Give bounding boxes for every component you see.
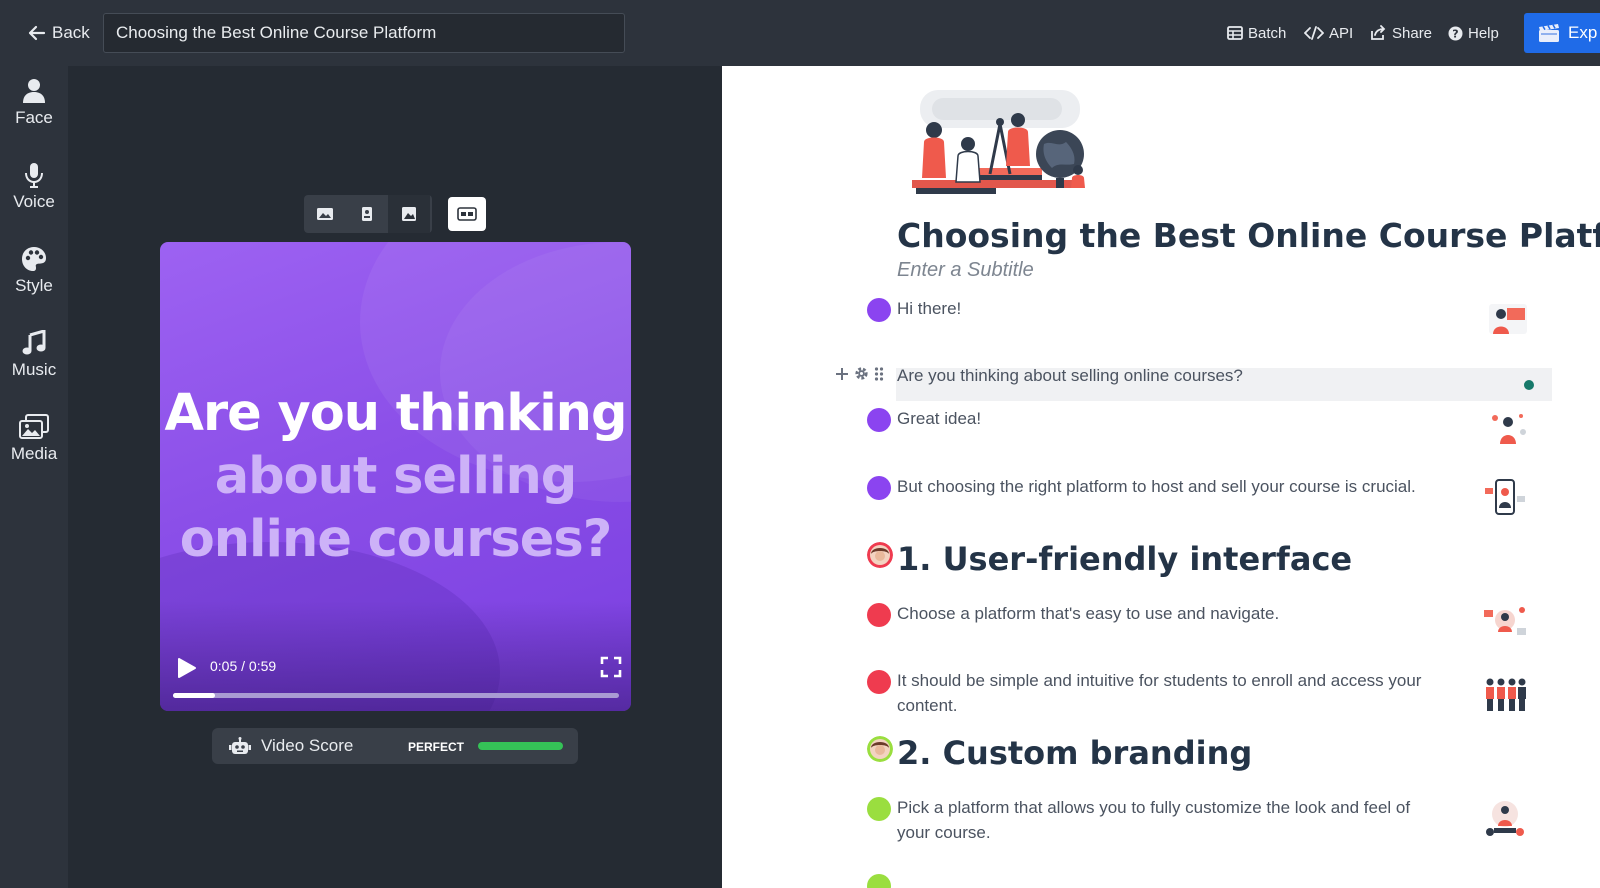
images-icon	[19, 414, 49, 439]
export-button[interactable]: Exp	[1524, 13, 1600, 53]
portrait-layout-button[interactable]	[346, 195, 388, 233]
script-line[interactable]: Pick a platform that allows you to fully…	[897, 795, 1410, 820]
square-image-icon	[402, 207, 416, 221]
gear-icon[interactable]	[854, 366, 869, 381]
video-score-meter	[478, 742, 563, 750]
line-status-dot	[1524, 380, 1534, 390]
speaker-avatar[interactable]	[867, 542, 893, 568]
palette-icon	[22, 247, 46, 271]
speaker-dot[interactable]	[867, 670, 891, 694]
captions-icon	[457, 207, 477, 221]
back-label: Back	[52, 23, 90, 42]
layout-toolbar	[304, 195, 432, 233]
project-title-input[interactable]	[103, 13, 625, 53]
music-note-icon	[22, 330, 46, 355]
headline-line-3: online courses?	[179, 510, 613, 569]
script-line[interactable]: Great idea!	[897, 406, 981, 431]
batch-button[interactable]: Batch	[1227, 20, 1286, 46]
section-heading[interactable]: 1. User-friendly interface	[897, 540, 1352, 578]
script-line[interactable]: It should be simple and intuitive for st…	[897, 668, 1421, 693]
code-icon	[1304, 26, 1324, 40]
microphone-icon	[25, 163, 43, 188]
landscape-layout-button[interactable]	[304, 195, 346, 233]
captions-toggle-button[interactable]	[448, 197, 486, 231]
help-label: Help	[1468, 24, 1499, 42]
script-line-continued[interactable]: your course.	[897, 820, 991, 845]
landscape-image-icon	[317, 208, 333, 220]
speaker-dot[interactable]	[867, 408, 891, 432]
video-score-bar: Video Score PERFECT	[212, 728, 578, 764]
speaker-avatar[interactable]	[867, 736, 893, 762]
scene-thumbnail[interactable]	[1482, 602, 1528, 644]
scene-thumbnail[interactable]	[1482, 672, 1528, 714]
sidebar-item-face[interactable]: Face	[0, 78, 68, 150]
video-score-label: Video Score	[261, 736, 354, 755]
portrait-image-icon	[362, 207, 372, 221]
video-score-status: PERFECT	[408, 740, 465, 754]
share-label: Share	[1392, 24, 1433, 42]
script-line-active[interactable]: Are you thinking about selling online co…	[897, 363, 1243, 388]
person-icon	[23, 79, 45, 103]
playback-progress-bar[interactable]	[173, 693, 619, 698]
subtitle-input[interactable]: Enter a Subtitle	[897, 259, 1034, 282]
speaker-dot[interactable]	[867, 874, 891, 888]
video-preview[interactable]: Are you thinking about selling online co…	[160, 242, 631, 711]
left-sidebar: Face Voice Style Music Media	[0, 66, 68, 888]
headline-line-1: Are you thinking	[164, 384, 627, 443]
speaker-dot[interactable]	[867, 298, 891, 322]
sidebar-label-style: Style	[15, 276, 53, 295]
sidebar-item-media[interactable]: Media	[0, 414, 68, 486]
script-line[interactable]: Choose a platform that's easy to use and…	[897, 601, 1279, 626]
video-score-fill	[478, 742, 563, 750]
drag-handle-icon[interactable]	[874, 366, 884, 381]
api-button[interactable]: API	[1304, 20, 1353, 46]
share-button[interactable]: Share	[1369, 20, 1432, 46]
help-circle-icon: ?	[1448, 26, 1463, 40]
document-title[interactable]: Choosing the Best Online Course Platf...	[897, 216, 1600, 255]
clapperboard-icon	[1539, 24, 1559, 42]
play-icon[interactable]	[174, 656, 198, 680]
svg-text:?: ?	[1452, 27, 1458, 40]
script-line[interactable]: But choosing the right platform to host …	[897, 474, 1416, 499]
section-heading[interactable]: 2. Custom branding	[897, 734, 1252, 772]
square-layout-button[interactable]	[388, 195, 430, 233]
script-line[interactable]: Hi there!	[897, 296, 961, 321]
speaker-dot[interactable]	[867, 603, 891, 627]
scene-thumbnail[interactable]	[1482, 798, 1528, 840]
top-bar: Back Batch API Share ? Help Exp	[0, 0, 1600, 66]
api-label: API	[1329, 24, 1354, 42]
headline-line-2: about selling	[214, 447, 578, 506]
sidebar-label-voice: Voice	[13, 192, 55, 211]
batch-label: Batch	[1248, 24, 1287, 42]
arrow-left-icon	[28, 25, 46, 41]
sidebar-label-music: Music	[11, 360, 57, 379]
back-button[interactable]: Back	[28, 20, 90, 46]
scene-thumbnail[interactable]	[1485, 408, 1531, 450]
playback-progress-fill	[173, 693, 216, 698]
row-tools	[835, 366, 884, 381]
help-button[interactable]: ? Help	[1448, 20, 1499, 46]
scene-thumbnail[interactable]	[1482, 476, 1528, 518]
export-label: Exp	[1568, 23, 1598, 42]
sidebar-label-media: Media	[10, 444, 58, 463]
script-editor: Choosing the Best Online Course Platf...…	[722, 66, 1600, 888]
robot-icon	[229, 737, 251, 754]
speaker-dot[interactable]	[867, 797, 891, 821]
video-headline: Are you thinking about selling online co…	[160, 382, 631, 571]
sidebar-label-face: Face	[15, 108, 53, 127]
scene-thumbnail[interactable]	[1485, 298, 1531, 340]
speaker-dot[interactable]	[867, 476, 891, 500]
playback-time: 0:05 / 0:59	[210, 658, 277, 674]
sidebar-item-style[interactable]: Style	[0, 246, 68, 318]
sidebar-item-voice[interactable]: Voice	[0, 162, 68, 234]
script-line-continued[interactable]: content.	[897, 693, 958, 718]
sidebar-item-music[interactable]: Music	[0, 330, 68, 402]
plus-icon[interactable]	[835, 367, 849, 381]
share-icon	[1371, 25, 1386, 40]
fullscreen-icon[interactable]	[600, 656, 622, 678]
table-icon	[1227, 26, 1243, 40]
